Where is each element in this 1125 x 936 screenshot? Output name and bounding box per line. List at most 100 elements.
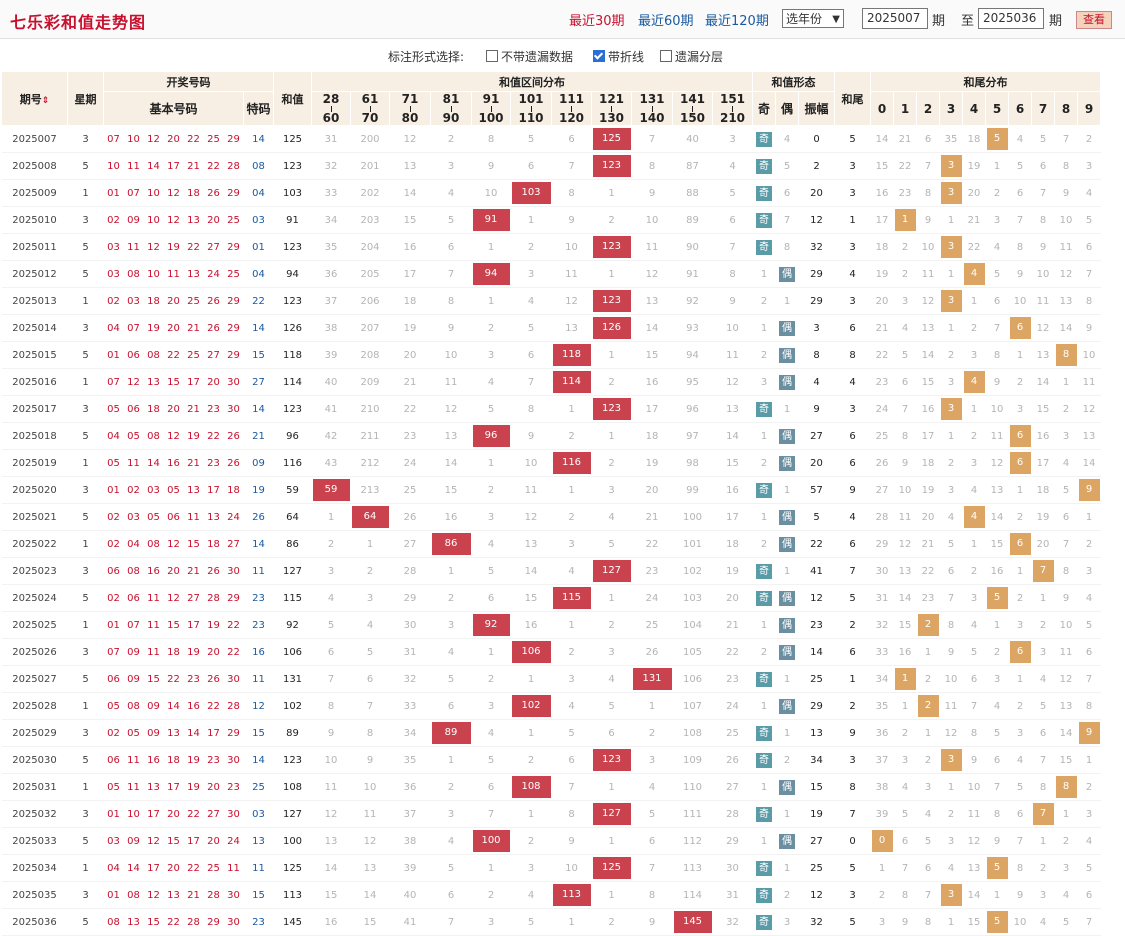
- to-period-input[interactable]: 2025036: [978, 8, 1044, 29]
- basic-number: 05: [103, 395, 124, 423]
- tail-cell: 4: [834, 503, 871, 531]
- even-badge: 偶: [779, 374, 795, 390]
- range-miss: 16: [430, 503, 472, 531]
- col-range-0: 28 60: [311, 91, 351, 126]
- range-miss: 14: [389, 179, 431, 207]
- amplitude-cell: 29: [798, 287, 835, 315]
- range-miss: 31: [311, 125, 351, 153]
- range-miss: 6: [712, 206, 753, 234]
- basic-number: 23: [203, 449, 224, 477]
- range-hit-value: 89: [431, 722, 471, 744]
- basic-number: 12: [163, 206, 184, 234]
- range-miss: 3: [430, 611, 472, 639]
- link-recent-120[interactable]: 最近120期: [705, 10, 769, 29]
- range-miss: 5: [551, 719, 592, 747]
- basic-number: 20: [203, 368, 224, 396]
- tail-miss: 20: [870, 287, 894, 315]
- basic-number: 19: [183, 773, 204, 801]
- range-miss: 17: [389, 260, 431, 288]
- period-cell: 2025036: [1, 908, 68, 936]
- tail-miss: 26: [870, 449, 894, 477]
- query-button[interactable]: 查看: [1076, 11, 1112, 29]
- tail-hit: 2: [916, 692, 940, 720]
- tail-miss: 29: [870, 530, 894, 558]
- tail-miss: 2: [962, 557, 986, 585]
- tail-miss: 7: [962, 692, 986, 720]
- weekday-cell: 1: [67, 179, 104, 207]
- tail-cell: 6: [834, 449, 871, 477]
- odd-cell: 2: [752, 449, 776, 477]
- checkbox-polyline[interactable]: [593, 50, 605, 62]
- range-miss: 25: [389, 476, 431, 504]
- range-miss: 25: [631, 611, 673, 639]
- from-period-input[interactable]: 2025007: [862, 8, 928, 29]
- range-miss: 2: [510, 746, 552, 774]
- col-tail-digit-5: 5: [985, 91, 1009, 126]
- range-miss: 1: [510, 206, 552, 234]
- even-badge: 偶: [779, 779, 795, 795]
- tail-miss: 3: [1031, 638, 1055, 666]
- checkbox-no-missing[interactable]: [486, 50, 498, 62]
- weekday-cell: 1: [67, 854, 104, 882]
- checkbox-layered[interactable]: [660, 50, 672, 62]
- range-miss: 4: [430, 827, 472, 855]
- range-miss: 10: [350, 773, 390, 801]
- year-select[interactable]: 选年份 ▼: [782, 9, 844, 28]
- range-miss: 6: [430, 692, 472, 720]
- range-high: 140: [639, 110, 665, 125]
- col-period[interactable]: 期号⇕: [1, 71, 68, 126]
- range-miss: 7: [430, 260, 472, 288]
- tail-miss: 3: [1077, 152, 1101, 180]
- tail-hit-value: 3: [940, 236, 962, 258]
- range-miss: 1: [551, 476, 592, 504]
- range-miss: 14: [350, 881, 390, 909]
- range-hit-value: 113: [552, 884, 591, 906]
- option-polyline[interactable]: 带折线: [593, 48, 644, 65]
- tail-miss: 20: [1031, 530, 1055, 558]
- range-miss: 12: [712, 368, 753, 396]
- tail-hit-value: 5: [986, 857, 1008, 879]
- tail-miss: 14: [1077, 449, 1101, 477]
- odd-cell: 3: [752, 368, 776, 396]
- basic-number: 15: [163, 827, 184, 855]
- even-cell: 8: [775, 233, 799, 261]
- link-recent-30[interactable]: 最近30期: [569, 10, 625, 29]
- range-hit: 125: [591, 854, 632, 882]
- basic-number: 13: [163, 881, 184, 909]
- even-cell: 1: [775, 800, 799, 828]
- basic-number: 18: [143, 287, 164, 315]
- basic-number: 19: [163, 233, 184, 261]
- basic-number: 21: [183, 881, 204, 909]
- option-no-missing[interactable]: 不带遗漏数据: [486, 48, 573, 65]
- basic-number: 26: [203, 665, 224, 693]
- range-miss: 12: [631, 260, 673, 288]
- tail-miss: 34: [870, 665, 894, 693]
- range-miss: 4: [712, 152, 753, 180]
- range-miss: 18: [631, 422, 673, 450]
- range-miss: 5: [311, 611, 351, 639]
- sort-icon[interactable]: ⇕: [42, 96, 50, 106]
- tail-hit-value: 3: [940, 749, 962, 771]
- tail-miss: 1: [939, 908, 963, 936]
- basic-number: 08: [123, 557, 144, 585]
- link-recent-60[interactable]: 最近60期: [638, 10, 694, 29]
- top-bar: 七乐彩和值走势图 最近30期 最近60期 最近120期 选年份 ▼ 2025007…: [0, 0, 1125, 39]
- tail-miss: 4: [962, 476, 986, 504]
- range-miss: 113: [672, 854, 713, 882]
- range-hit-value: 94: [472, 263, 510, 285]
- weekday-cell: 5: [67, 584, 104, 612]
- period-cell: 2025023: [1, 557, 68, 585]
- col-range-3: 81 90: [430, 91, 472, 126]
- range-miss: 6: [551, 746, 592, 774]
- range-miss: 11: [311, 773, 351, 801]
- basic-number: 13: [123, 908, 144, 936]
- option-layered[interactable]: 遗漏分层: [660, 48, 723, 65]
- amplitude-cell: 23: [798, 611, 835, 639]
- range-miss: 2: [430, 125, 472, 153]
- range-hit: 145: [672, 908, 713, 936]
- tail-hit-value: 8: [1055, 344, 1077, 366]
- col-range-6: 111 120: [551, 91, 592, 126]
- table-row: 2025026 3 07 09 11 18 19 20 22 16 106 6 5 31 4 1 106 2 3 26…: [1, 638, 1101, 666]
- odd-cell: 奇: [752, 557, 776, 585]
- col-range-1: 61 70: [350, 91, 390, 126]
